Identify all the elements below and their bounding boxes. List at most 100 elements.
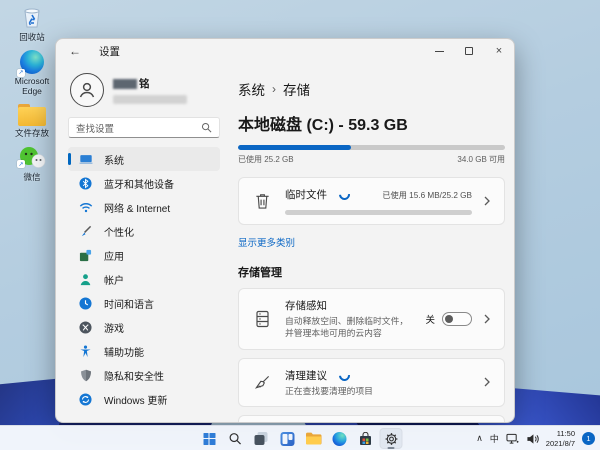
- sidebar-item-label: 网络 & Internet: [104, 203, 171, 215]
- edge-icon: [332, 431, 346, 446]
- temp-files-bar: [285, 210, 472, 215]
- sidebar: 铭 查找设置 系统 蓝牙和其他设备 网络 & Internet 个性化 应用 帐…: [56, 63, 230, 422]
- sidebar-item-privacy[interactable]: 隐私和安全性: [68, 363, 220, 387]
- storage-sense-icon: [251, 310, 273, 328]
- sidebar-item-personalization[interactable]: 个性化: [68, 219, 220, 243]
- temp-files-usage: 已使用 15.6 MB/25.2 GB: [382, 190, 472, 200]
- minimize-button[interactable]: [424, 39, 454, 63]
- clock-time: 11:50: [556, 429, 575, 439]
- volume-icon[interactable]: [526, 433, 539, 445]
- temp-files-card[interactable]: 临时文件 已使用 15.6 MB/25.2 GB: [238, 177, 505, 225]
- sidebar-item-network[interactable]: 网络 & Internet: [68, 195, 220, 219]
- broom-icon: [251, 374, 273, 391]
- system-tray: ∧ 中 11:50 2021/8/7 1: [476, 426, 595, 450]
- advanced-storage-card[interactable]: 高级存储设置 备份选项、存储空间、其他磁盘和卷: [238, 414, 505, 422]
- sidebar-item-gaming[interactable]: 游戏: [68, 315, 220, 339]
- breadcrumb-parent[interactable]: 系统: [238, 79, 265, 99]
- folder-icon: [305, 432, 321, 445]
- maximize-button[interactable]: [454, 39, 484, 63]
- cleanup-title: 清理建议: [285, 369, 327, 382]
- clock-icon: [78, 296, 93, 311]
- edge-button[interactable]: [328, 428, 351, 449]
- shortcut-arrow-icon: ↗: [17, 160, 25, 169]
- storage-sense-desc-1: 自动释放空间、删除临时文件，: [285, 316, 409, 326]
- sidebar-item-label: 游戏: [104, 323, 124, 335]
- search-placeholder: 查找设置: [76, 123, 115, 135]
- update-icon: [78, 392, 93, 407]
- desktop-icon-folder[interactable]: 文件存放: [4, 103, 60, 139]
- loading-spinner: [336, 367, 353, 383]
- ime-indicator[interactable]: 中: [490, 432, 499, 445]
- desktop-icon-label: Microsoft Edge: [14, 75, 50, 97]
- desktop-icon-label: 回收站: [19, 32, 45, 42]
- settings-button[interactable]: [379, 428, 403, 449]
- folder-icon: [18, 103, 46, 126]
- breadcrumb-separator: ›: [272, 82, 276, 96]
- chevron-right-icon: [482, 195, 492, 207]
- sidebar-nav: 系统 蓝牙和其他设备 网络 & Internet 个性化 应用 帐户 时间和语言…: [68, 147, 220, 411]
- accessibility-icon: [78, 344, 93, 359]
- breadcrumb: 系统 › 存储: [238, 79, 505, 99]
- sidebar-item-time-language[interactable]: 时间和语言: [68, 291, 220, 315]
- cleanup-recommendations-card[interactable]: 清理建议 正在查找要清理的项目: [238, 357, 505, 407]
- desktop-icon-recycle-bin[interactable]: 回收站: [4, 4, 60, 43]
- desktop-icon-edge[interactable]: ↗ Microsoft Edge: [4, 49, 60, 97]
- sidebar-item-label: 蓝牙和其他设备: [104, 179, 174, 191]
- avatar-icon: [70, 73, 104, 107]
- brush-icon: [78, 224, 93, 239]
- sidebar-item-bluetooth[interactable]: 蓝牙和其他设备: [68, 171, 220, 195]
- sidebar-item-apps[interactable]: 应用: [68, 243, 220, 267]
- disk-used-label: 已使用 25.2 GB: [238, 155, 294, 164]
- sidebar-item-label: Windows 更新: [104, 395, 168, 407]
- network-icon[interactable]: [506, 433, 519, 445]
- sidebar-item-label: 隐私和安全性: [104, 371, 164, 383]
- recycle-bin-icon: [19, 4, 45, 30]
- desktop-icon-label: 微信: [23, 171, 41, 182]
- shield-icon: [78, 368, 93, 383]
- system-icon: [78, 152, 93, 167]
- close-button[interactable]: ×: [484, 39, 514, 63]
- search-icon: [201, 122, 212, 133]
- cleanup-desc: 正在查找要清理的项目: [285, 385, 373, 396]
- sidebar-item-label: 时间和语言: [104, 299, 154, 311]
- apps-icon: [78, 248, 93, 263]
- show-more-categories-link[interactable]: 显示更多类别: [238, 235, 505, 249]
- user-profile[interactable]: 铭: [70, 73, 220, 107]
- storage-sense-card[interactable]: 存储感知 自动释放空间、删除临时文件， 并管理本地可用的云内容 关: [238, 288, 505, 350]
- start-button[interactable]: [198, 428, 221, 449]
- sidebar-item-accounts[interactable]: 帐户: [68, 267, 220, 291]
- storage-sense-toggle[interactable]: [442, 311, 472, 326]
- windows-logo-icon: [203, 432, 215, 445]
- sidebar-item-label: 系统: [104, 155, 124, 167]
- taskbar-clock[interactable]: 11:50 2021/8/7: [546, 429, 575, 448]
- sidebar-item-accessibility[interactable]: 辅助功能: [68, 339, 220, 363]
- trash-icon: [251, 192, 273, 210]
- taskbar: ∧ 中 11:50 2021/8/7 1: [0, 425, 600, 450]
- sidebar-item-windows-update[interactable]: Windows 更新: [68, 387, 220, 411]
- storage-management-header: 存储管理: [238, 267, 282, 279]
- toggle-state-label: 关: [425, 314, 435, 326]
- taskbar-search-button[interactable]: [224, 428, 247, 449]
- widgets-icon: [280, 431, 294, 446]
- chevron-right-icon: [482, 313, 492, 325]
- desktop-icon-wechat[interactable]: ↗ 微信: [4, 146, 60, 183]
- chevron-right-icon: [482, 376, 492, 388]
- widgets-button[interactable]: [276, 428, 299, 449]
- search-input[interactable]: 查找设置: [68, 117, 220, 138]
- tray-overflow-chevron-icon[interactable]: ∧: [476, 433, 483, 444]
- page-title: 本地磁盘 (C:) - 59.3 GB: [238, 117, 408, 134]
- gear-icon: [384, 432, 398, 446]
- file-explorer-button[interactable]: [302, 428, 325, 449]
- disk-usage-bar: [238, 145, 505, 150]
- user-name-char: 铭: [139, 78, 150, 90]
- storage-page: 系统 › 存储 本地磁盘 (C:) - 59.3 GB 已使用 25.2 GB …: [238, 63, 505, 422]
- temp-files-title: 临时文件: [285, 189, 327, 201]
- back-icon[interactable]: ←: [69, 44, 87, 58]
- desktop-icon-label: 文件存放: [14, 127, 49, 138]
- notification-badge[interactable]: 1: [582, 432, 595, 445]
- sidebar-item-system[interactable]: 系统: [68, 147, 220, 171]
- person-icon: [78, 272, 93, 287]
- bluetooth-icon: [78, 176, 93, 191]
- task-view-button[interactable]: [250, 428, 273, 449]
- store-button[interactable]: [354, 428, 377, 449]
